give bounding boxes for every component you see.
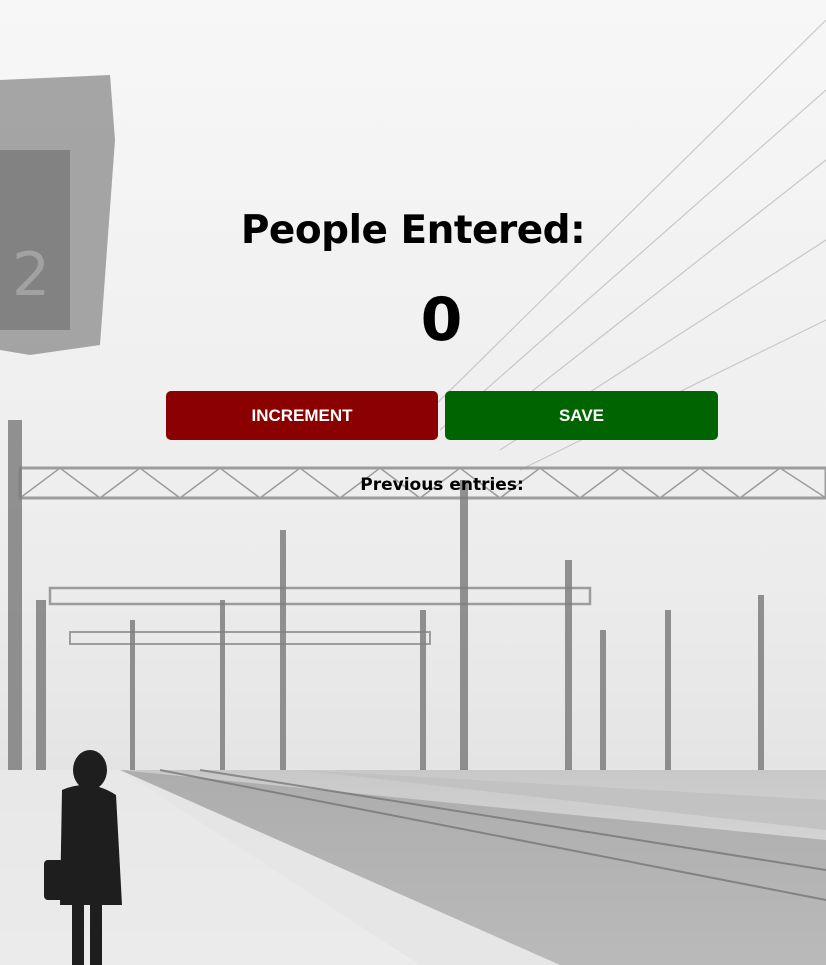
- previous-entries-heading: Previous entries:: [360, 475, 524, 495]
- counter-app: People Entered: 0 INCREMENT SAVE Previou…: [0, 0, 826, 965]
- save-button[interactable]: SAVE: [445, 391, 718, 440]
- increment-button[interactable]: INCREMENT: [166, 391, 438, 440]
- count-display: 0: [420, 285, 463, 355]
- page-title: People Entered:: [240, 208, 586, 253]
